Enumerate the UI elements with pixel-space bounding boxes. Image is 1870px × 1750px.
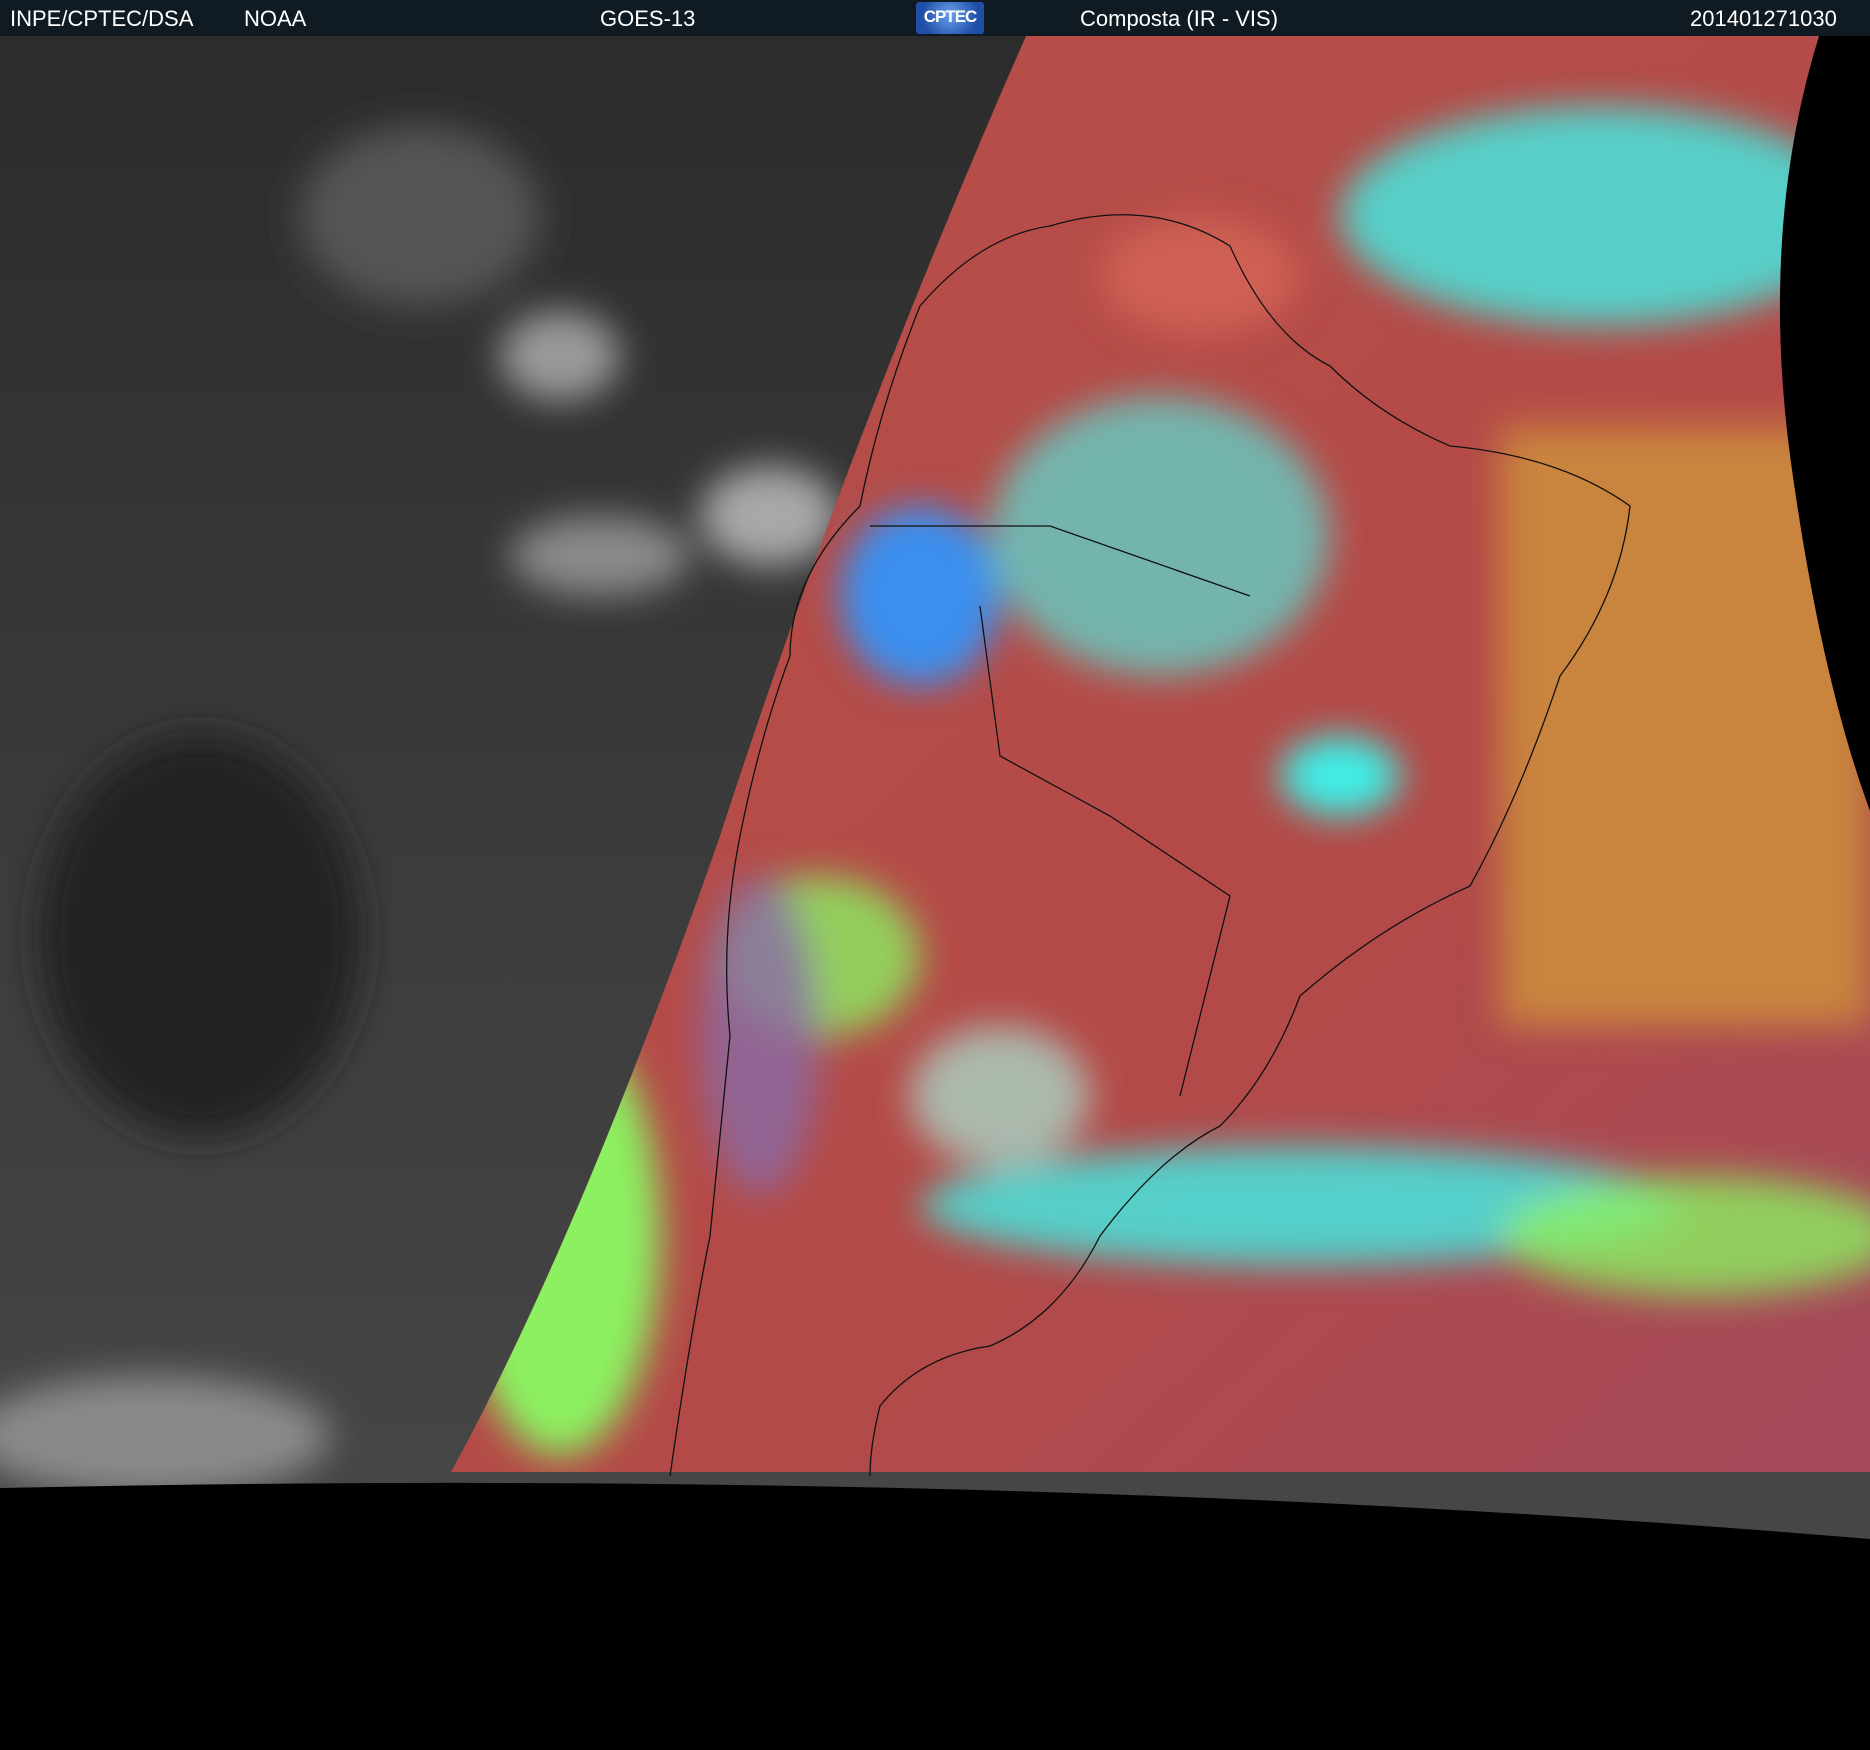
satellite-label: GOES-13 [600,6,696,31]
cptec-logo: CPTEC [916,2,984,34]
satellite-image [0,36,1870,1539]
product-label: Composta (IR - VIS) [1080,6,1279,31]
timestamp-label: 201401271030 [1690,6,1837,31]
institution-label: INPE/CPTEC/DSA [10,6,194,31]
header-bar: INPE/CPTEC/DSA NOAA GOES-13 CPTEC Compos… [0,0,1870,36]
agency-label: NOAA [244,6,307,31]
